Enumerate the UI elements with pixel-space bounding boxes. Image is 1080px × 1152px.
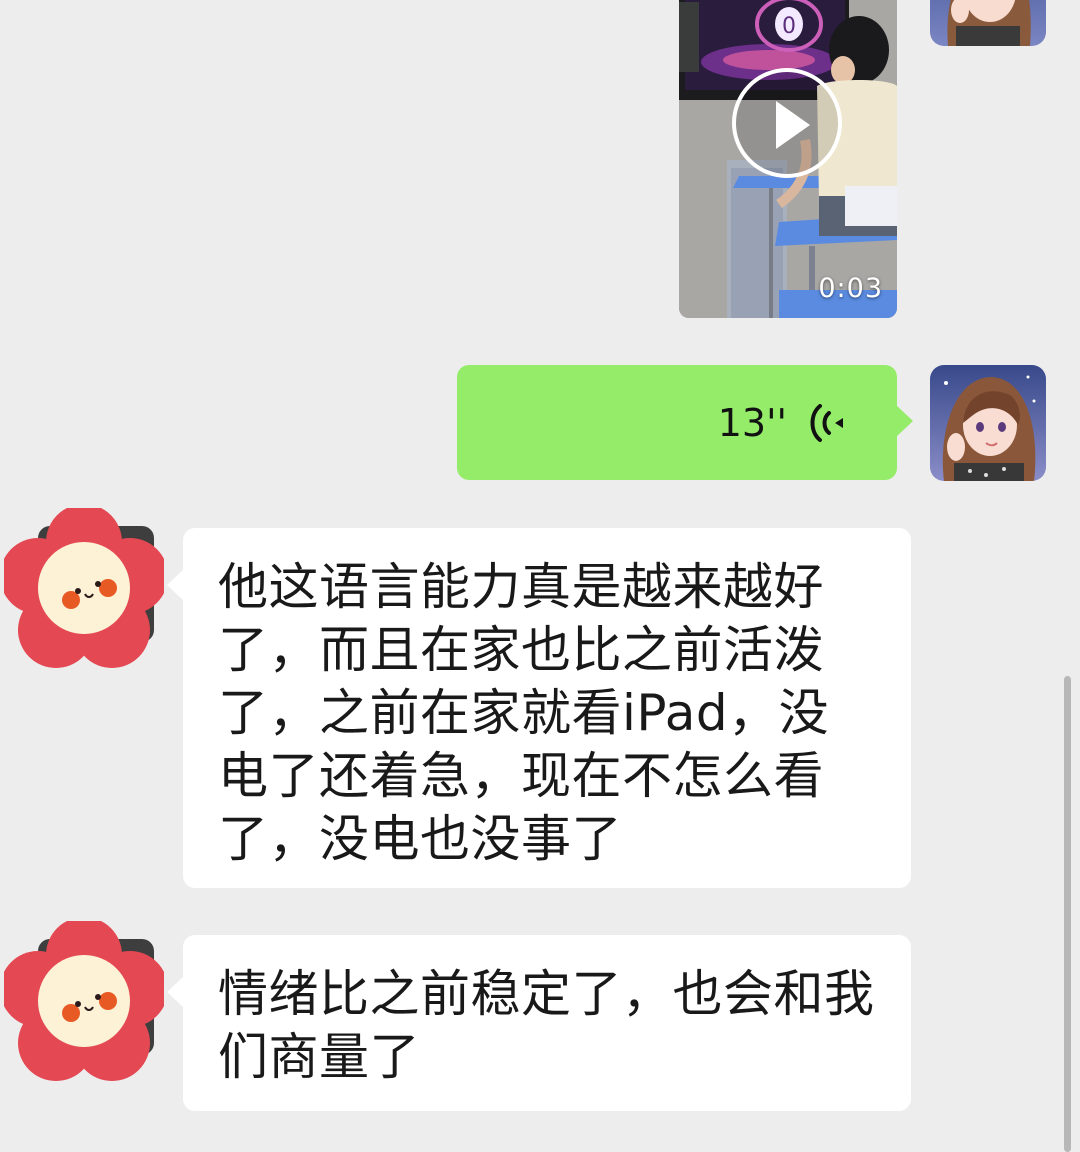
illustrated-girl-avatar-icon: [930, 365, 1046, 481]
red-flower-avatar-icon: [4, 921, 164, 1081]
chat-area: 0 0:03 13'' 他这语言能力真是越来越好了，而且在家也比之前活泼了，之前…: [0, 0, 1080, 1152]
voice-wave-icon: [810, 404, 843, 442]
illustrated-girl-avatar-icon: [930, 0, 1046, 46]
voice-message[interactable]: 13'': [457, 365, 913, 480]
message-text: 他这语言能力真是越来越好了，而且在家也比之前活泼了，之前在家就看iPad，没电了…: [218, 558, 830, 868]
voice-duration: 13'': [717, 401, 787, 445]
red-flower-avatar-icon: [4, 508, 164, 668]
play-icon: [776, 101, 810, 149]
peer-avatar[interactable]: [4, 921, 164, 1081]
message-text: 情绪比之前稳定了，也会和我们商量了: [218, 965, 875, 1086]
self-avatar[interactable]: [930, 365, 1046, 481]
video-message[interactable]: 0 0:03: [679, 0, 897, 318]
text-message[interactable]: 情绪比之前稳定了，也会和我们商量了: [167, 935, 911, 1111]
video-duration: 0:03: [818, 273, 883, 304]
peer-avatar[interactable]: [4, 508, 164, 668]
scrollbar[interactable]: [1064, 676, 1071, 1152]
self-avatar[interactable]: [930, 0, 1046, 46]
svg-text:0: 0: [782, 14, 796, 39]
text-message[interactable]: 他这语言能力真是越来越好了，而且在家也比之前活泼了，之前在家就看iPad，没电了…: [167, 528, 911, 888]
play-button[interactable]: [732, 68, 842, 178]
